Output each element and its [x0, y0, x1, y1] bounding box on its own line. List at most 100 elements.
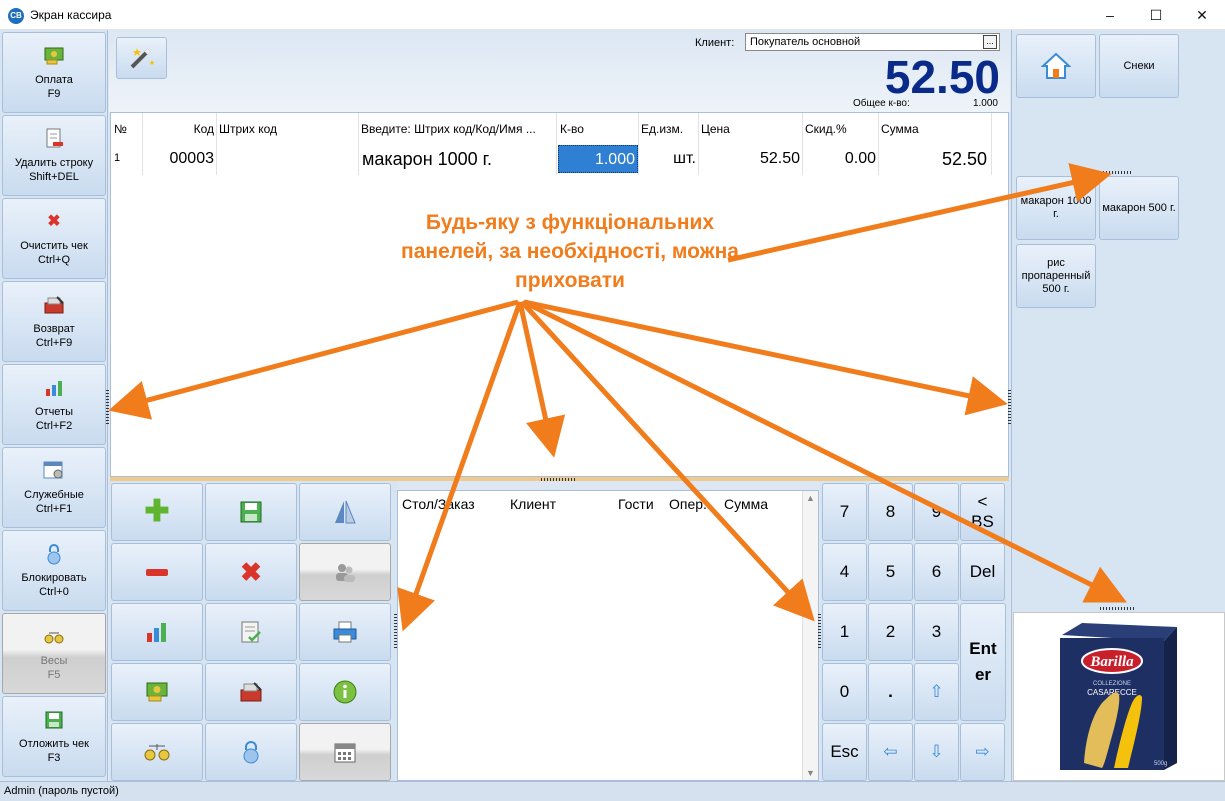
add-button[interactable]: ✚ [111, 483, 203, 541]
payment-button[interactable]: Оплата F9 [2, 32, 106, 113]
clear-icon: ✖ [47, 212, 61, 230]
home-button[interactable] [1016, 34, 1096, 98]
column-header-qty[interactable]: К-во [560, 122, 584, 136]
plus-icon: ✚ [144, 495, 170, 528]
top-panel: Клиент: Покупатель основной ... 52.50 Об… [109, 30, 1010, 112]
arrow-down-icon[interactable]: ⇩ [914, 723, 959, 781]
scales-button[interactable]: Весы F5 [2, 613, 106, 694]
splitter-handle[interactable] [106, 388, 109, 424]
sidebar-item-label: Служебные [24, 488, 84, 501]
info-button[interactable] [299, 663, 391, 721]
users-button[interactable] [299, 543, 391, 601]
product-button[interactable]: макарон 500 г. [1099, 176, 1179, 240]
orders-scrollbar[interactable]: ▲ ▼ [802, 491, 818, 780]
client-field[interactable]: Покупатель основной ... [745, 33, 1000, 51]
checklist-button[interactable] [205, 603, 297, 661]
orders-list[interactable]: Стол/Заказ Клиент Гости Опер... Сумма ▲ … [397, 490, 819, 781]
hold-receipt-button[interactable]: Отложить чек F3 [2, 696, 106, 777]
product-button[interactable]: макарон 1000 г. [1016, 176, 1096, 240]
sidebar-item-shortcut: Ctrl+F9 [35, 336, 73, 349]
scroll-up-icon[interactable]: ▲ [806, 493, 815, 503]
service-button[interactable]: Служебные Ctrl+F1 [2, 447, 106, 528]
orders-column-client[interactable]: Клиент [510, 496, 556, 512]
orders-column-operator[interactable]: Опер... [669, 496, 715, 512]
splitter-handle[interactable] [541, 478, 577, 481]
pasta-box-image: Barilla COLLEZIONE CASARECCE 500g [1060, 623, 1177, 770]
key-delete[interactable]: Del [960, 543, 1005, 601]
key-7[interactable]: 7 [822, 483, 867, 541]
splitter-handle[interactable] [1008, 388, 1011, 424]
annotation-text: Будь-яку з функціональних панелей, за не… [401, 211, 739, 292]
key-dot[interactable]: . [868, 663, 913, 721]
product-button[interactable]: рис пропаренный 500 г. [1016, 244, 1096, 308]
key-9[interactable]: 9 [914, 483, 959, 541]
delete-row-icon [43, 128, 65, 150]
category-snacks-button[interactable]: Снеки [1099, 34, 1179, 98]
key-8[interactable]: 8 [868, 483, 913, 541]
column-header-num[interactable]: № [114, 122, 127, 136]
orders-column-guests[interactable]: Гости [618, 496, 654, 512]
clear-receipt-button[interactable]: ✖ Очистить чек Ctrl+Q [2, 198, 106, 279]
payment-button[interactable] [111, 663, 203, 721]
splitter-handle[interactable] [1097, 171, 1133, 174]
money-icon [146, 682, 168, 702]
save-button[interactable] [205, 483, 297, 541]
splitter-handle[interactable] [394, 612, 397, 648]
client-label: Клиент: [695, 37, 735, 49]
scales-button[interactable] [111, 723, 203, 781]
app-logo-icon: СВ [8, 8, 24, 24]
sidebar: Оплата F9 Удалить строку Shift+DEL ✖ Очи… [0, 30, 108, 781]
split-button[interactable] [299, 483, 391, 541]
return-icon [240, 682, 262, 702]
column-header-price[interactable]: Цена [701, 122, 730, 136]
splitter-handle[interactable] [818, 612, 821, 648]
chart-icon [147, 623, 166, 642]
lock-button[interactable] [205, 723, 297, 781]
key-5[interactable]: 5 [868, 543, 913, 601]
splitter-handle[interactable] [1100, 607, 1136, 610]
column-header-sum[interactable]: Сумма [881, 122, 919, 136]
scroll-down-icon[interactable]: ▼ [806, 768, 815, 778]
calendar-button[interactable] [299, 723, 391, 781]
key-1[interactable]: 1 [822, 603, 867, 661]
close-button[interactable]: ✕ [1179, 0, 1225, 30]
magic-wand-button[interactable] [116, 37, 167, 79]
key-2[interactable]: 2 [868, 603, 913, 661]
numeric-keypad: 7 8 9 < BS 4 5 6 Del 1 2 3 Enter 0 . ⇧ E… [820, 481, 1010, 781]
column-header-name[interactable]: Введите: Штрих код/Код/Имя ... [361, 122, 554, 136]
key-3[interactable]: 3 [914, 603, 959, 661]
column-header-barcode[interactable]: Штрих код [219, 122, 277, 136]
minimize-button[interactable]: – [1087, 0, 1133, 30]
orders-column-sum[interactable]: Сумма [724, 496, 768, 512]
lock-button[interactable]: Блокировать Ctrl+0 [2, 530, 106, 611]
cancel-button[interactable]: ✖ [205, 543, 297, 601]
arrow-right-icon[interactable]: ⇨ [960, 723, 1005, 781]
arrow-left-icon[interactable]: ⇦ [868, 723, 913, 781]
key-esc[interactable]: Esc [822, 723, 867, 781]
delete-row-button[interactable]: Удалить строку Shift+DEL [2, 115, 106, 196]
sidebar-item-shortcut: Shift+DEL [29, 170, 79, 183]
collection-label: COLLEZIONE [1093, 681, 1131, 687]
key-backspace[interactable]: < BS [960, 483, 1005, 541]
client-select-button[interactable]: ... [983, 35, 997, 49]
column-header-unit[interactable]: Ед.изм. [641, 122, 683, 136]
key-4[interactable]: 4 [822, 543, 867, 601]
reports-button[interactable]: Отчеты Ctrl+F2 [2, 364, 106, 445]
column-header-code[interactable]: Код [144, 122, 214, 136]
reports-button[interactable] [111, 603, 203, 661]
key-0[interactable]: 0 [822, 663, 867, 721]
return-button[interactable] [205, 663, 297, 721]
orders-column-table[interactable]: Стол/Заказ [402, 496, 475, 512]
key-enter[interactable]: Enter [960, 603, 1006, 721]
return-button[interactable]: Возврат Ctrl+F9 [2, 281, 106, 362]
column-header-discount[interactable]: Скид.% [805, 122, 847, 136]
key-6[interactable]: 6 [914, 543, 959, 601]
maximize-button[interactable]: ☐ [1133, 0, 1179, 30]
remove-button[interactable] [111, 543, 203, 601]
row-qty-input[interactable]: 1.000 [558, 145, 638, 173]
print-button[interactable] [299, 603, 391, 661]
money-icon [43, 45, 65, 67]
arrow-up-icon[interactable]: ⇧ [914, 663, 959, 721]
window-title: Экран кассира [30, 8, 112, 22]
sidebar-item-label: Отчеты [34, 405, 74, 418]
